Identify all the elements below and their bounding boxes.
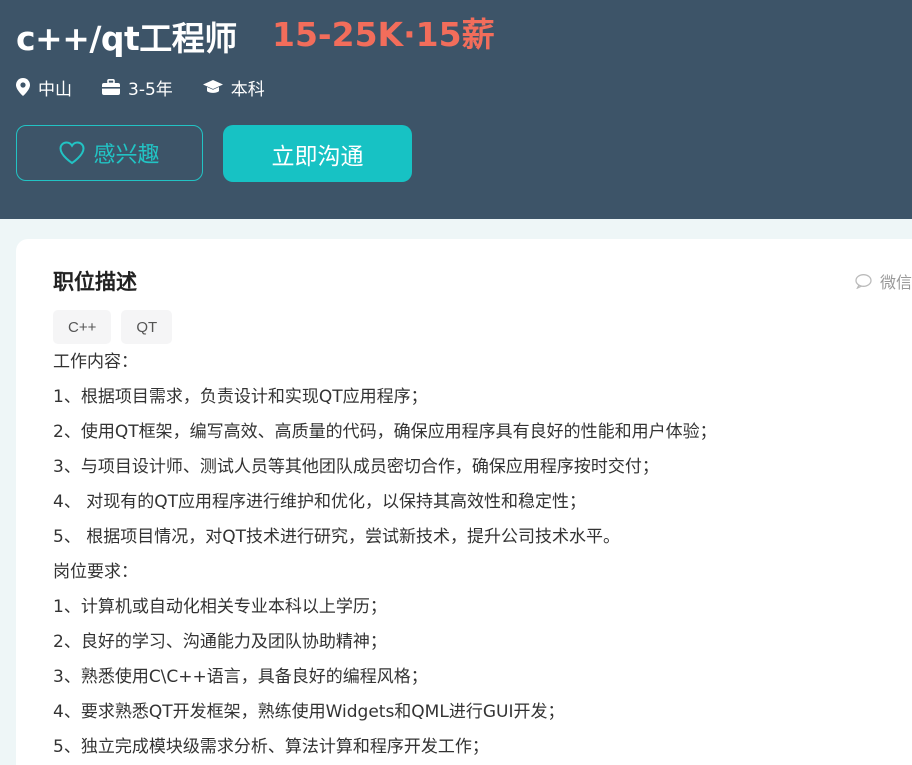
chat-bubble-icon: [855, 273, 872, 289]
chat-now-button[interactable]: 立即沟通: [223, 125, 412, 182]
briefcase-icon: [102, 79, 120, 95]
job-title: c++/qt工程师: [16, 19, 237, 58]
description-line: 2、良好的学习、沟通能力及团队协助精神；: [53, 632, 387, 652]
job-header: c++/qt工程师 15-25K·15薪 中山 3-5年 本科 感兴趣 立即沟通: [0, 0, 912, 219]
location-text: 中山: [38, 79, 72, 100]
heart-icon: [59, 141, 85, 165]
description-line: 4、 对现有的QT应用程序进行维护和优化，以保持其高效性和稳定性；: [53, 492, 586, 512]
description-line: 工作内容：: [53, 352, 138, 372]
interest-button[interactable]: 感兴趣: [16, 125, 203, 181]
interest-label: 感兴趣: [93, 143, 160, 168]
description-line: 1、根据项目需求，负责设计和实现QT应用程序；: [53, 387, 428, 407]
salary: 15-25K·15薪: [272, 15, 495, 54]
education-text: 本科: [230, 79, 265, 100]
description-line: 3、熟悉使用C\C++语言，具备良好的编程风格；: [53, 667, 428, 687]
job-meta: 中山 3-5年 本科: [16, 75, 295, 100]
experience-text: 3-5年: [128, 79, 173, 100]
description-line: 5、独立完成模块级需求分析、算法计算和程序开发工作；: [53, 737, 489, 757]
description-line: 岗位要求：: [53, 562, 138, 582]
skill-tag: QT: [121, 310, 173, 344]
meta-location: 中山: [16, 75, 72, 100]
description-line: 1、计算机或自动化相关专业本科以上学历；: [53, 597, 387, 617]
location-pin-icon: [16, 78, 30, 96]
wechat-label: 微信: [880, 273, 912, 292]
job-description: 工作内容： 1、根据项目需求，负责设计和实现QT应用程序； 2、使用QT框架，编…: [53, 346, 873, 765]
description-line: 3、与项目设计师、测试人员等其他团队成员密切合作，确保应用程序按时交付；: [53, 457, 659, 477]
description-line: 4、要求熟悉QT开发框架，熟练使用Widgets和QML进行GUI开发；: [53, 702, 565, 722]
section-title: 职位描述: [53, 270, 137, 294]
meta-experience: 3-5年: [102, 75, 173, 100]
wechat-share[interactable]: 微信: [855, 269, 912, 293]
skill-tag: C++: [53, 310, 112, 344]
skill-tags: C++ QT: [53, 310, 182, 344]
description-line: 5、 根据项目情况，对QT技术进行研究，尝试新技术，提升公司技术水平。: [53, 527, 620, 547]
meta-education: 本科: [202, 75, 265, 100]
graduation-cap-icon: [202, 80, 223, 93]
description-line: 2、使用QT框架，编写高效、高质量的代码，确保应用程序具有良好的性能和用户体验；: [53, 422, 717, 442]
